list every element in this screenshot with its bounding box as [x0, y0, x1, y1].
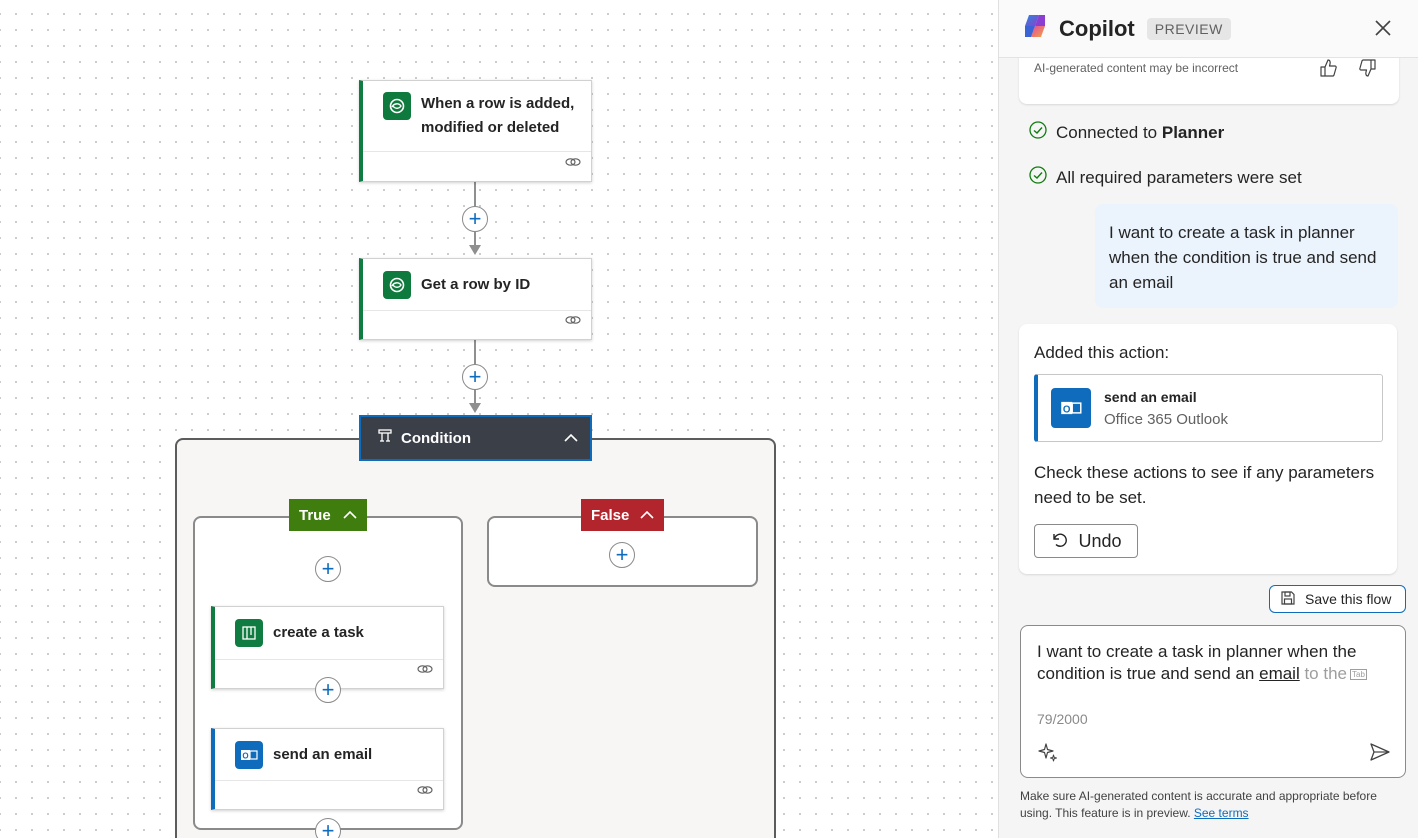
link-icon: [417, 783, 433, 801]
status-connected-text: Connected to: [1056, 122, 1162, 142]
true-branch-label: True: [299, 506, 331, 524]
planner-icon: [235, 619, 263, 647]
chevron-up-icon[interactable]: [564, 430, 578, 447]
status-parameters: All required parameters were set: [1029, 166, 1302, 189]
save-flow-button[interactable]: Save this flow: [1269, 585, 1406, 613]
dataverse-icon: [383, 270, 411, 299]
close-button[interactable]: [1369, 14, 1397, 42]
send-button[interactable]: [1369, 741, 1391, 768]
copilot-logo-icon: [1021, 12, 1049, 45]
add-step-button[interactable]: +: [315, 677, 341, 703]
check-circle-icon: [1029, 166, 1047, 189]
added-action-connector: Office 365 Outlook: [1104, 410, 1228, 428]
add-step-button[interactable]: +: [462, 206, 488, 232]
flow-canvas[interactable]: When a row is added, modified or deleted…: [0, 0, 998, 838]
copilot-panel: AI-generated content may be incorrect Co…: [998, 0, 1418, 838]
svg-text:O: O: [242, 751, 248, 760]
copilot-title: Copilot: [1059, 15, 1135, 41]
add-step-button[interactable]: +: [315, 818, 341, 838]
tab-hint: Tab: [1350, 669, 1367, 681]
ai-note-text: AI-generated content may be incorrect: [1034, 61, 1239, 75]
svg-text:O: O: [1063, 404, 1071, 415]
thumbs-down-icon[interactable]: [1357, 58, 1377, 83]
send-icon: [1370, 743, 1390, 761]
trigger-card[interactable]: When a row is added, modified or deleted: [359, 80, 592, 182]
status-connected: Connected to Planner: [1029, 121, 1224, 144]
sparkle-icon[interactable]: [1037, 741, 1059, 768]
add-step-button[interactable]: +: [315, 556, 341, 582]
added-action-label: Added this action:: [1034, 343, 1170, 362]
undo-button[interactable]: Undo: [1034, 524, 1138, 558]
add-step-button[interactable]: +: [609, 542, 635, 568]
copilot-header: Copilot PREVIEW: [999, 0, 1418, 58]
link-icon: [565, 155, 581, 173]
chevron-up-icon[interactable]: [343, 507, 357, 524]
undo-label: Undo: [1078, 530, 1122, 551]
prompt-input[interactable]: I want to create a task in planner when …: [1020, 625, 1406, 778]
added-action-name: send an email: [1104, 388, 1197, 405]
status-connected-service: Planner: [1161, 122, 1225, 142]
add-step-button[interactable]: +: [462, 364, 488, 390]
prompt-suggestion-text: to the: [1299, 664, 1347, 683]
prompt-input-text[interactable]: I want to create a task in planner when …: [1037, 641, 1387, 685]
copilot-response-card: Added this action: O send an email Offic…: [1019, 324, 1397, 574]
char-counter: 79/2000: [1037, 711, 1088, 727]
preview-badge: PREVIEW: [1146, 17, 1231, 40]
outlook-icon: O: [235, 740, 263, 769]
added-action-item[interactable]: O send an email Office 365 Outlook: [1034, 374, 1383, 442]
thumbs-up-icon[interactable]: [1319, 58, 1339, 83]
check-actions-text: Check these actions to see if any parame…: [1034, 463, 1375, 507]
condition-icon: [377, 428, 393, 448]
true-branch-tag[interactable]: True: [289, 499, 367, 531]
send-email-card[interactable]: O send an email: [211, 728, 444, 810]
chevron-up-icon[interactable]: [640, 507, 654, 524]
check-circle-icon: [1029, 121, 1047, 144]
prompt-typed-email: email: [1259, 664, 1300, 683]
see-terms-link[interactable]: See terms: [1194, 806, 1249, 820]
trigger-title: When a row is added, modified or deleted: [421, 95, 575, 136]
save-flow-label: Save this flow: [1305, 591, 1392, 607]
send-email-title: send an email: [273, 745, 373, 763]
user-message: I want to create a task in planner when …: [1095, 204, 1398, 308]
link-icon: [565, 313, 581, 331]
close-icon: [1375, 20, 1391, 36]
create-task-title: create a task: [273, 624, 364, 641]
false-branch-label: False: [591, 506, 630, 524]
status-parameters-text: All required parameters were set: [1056, 167, 1302, 187]
get-row-card[interactable]: Get a row by ID: [359, 258, 592, 340]
false-branch-tag[interactable]: False: [581, 499, 664, 531]
condition-header[interactable]: Condition: [359, 415, 592, 461]
get-row-title: Get a row by ID: [421, 275, 531, 293]
condition-title: Condition: [401, 429, 471, 447]
link-icon: [417, 662, 433, 680]
undo-icon: [1050, 530, 1068, 553]
save-icon: [1280, 590, 1296, 609]
dataverse-icon: [383, 92, 411, 120]
disclaimer: Make sure AI-generated content is accura…: [1020, 788, 1410, 822]
outlook-icon: O: [1051, 388, 1091, 428]
